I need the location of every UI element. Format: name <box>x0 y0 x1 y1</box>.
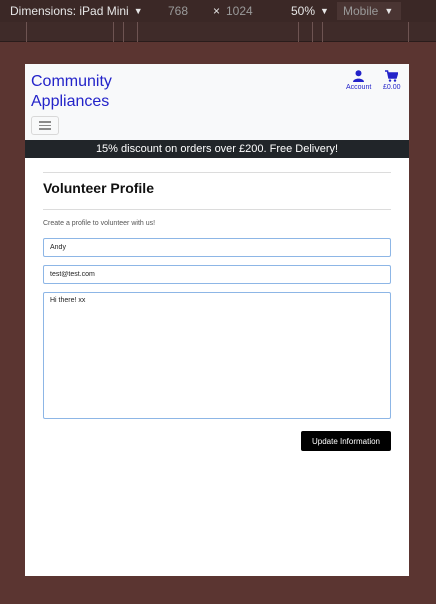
shopping-cart-icon <box>385 70 399 82</box>
chevron-down-icon: ▼ <box>133 6 143 16</box>
ruler-tick <box>312 22 313 42</box>
cart-link[interactable]: £0.00 <box>383 70 401 91</box>
times-symbol: × <box>213 4 221 18</box>
zoom-value: 50% <box>291 4 316 18</box>
hamburger-icon-bar <box>39 121 51 123</box>
cart-total: £0.00 <box>383 84 401 91</box>
device-mode-select[interactable]: Mobile ▼ <box>337 2 401 20</box>
chevron-down-icon: ▼ <box>320 6 329 16</box>
brand-line-1: Community <box>31 73 112 90</box>
hamburger-icon-bar <box>39 128 51 130</box>
message-textarea[interactable]: Hi there! xx <box>43 292 391 419</box>
device-mode-value: Mobile <box>343 4 379 18</box>
site-header: Community Appliances Account £0.00 <box>25 64 409 140</box>
brand-line-2: Appliances <box>31 93 110 110</box>
ruler-tick <box>322 22 323 42</box>
intro-text: Create a profile to volunteer with us! <box>43 220 156 227</box>
device-select[interactable]: Dimensions: iPad Mini ▼ <box>10 4 143 18</box>
ruler-tick <box>123 22 124 42</box>
height-input[interactable]: 1024 <box>226 4 253 18</box>
ruler-tick <box>298 22 299 42</box>
account-link[interactable]: Account <box>346 70 371 91</box>
ruler-tick <box>408 22 409 42</box>
divider <box>43 172 391 173</box>
media-query-ruler[interactable] <box>0 22 436 42</box>
ruler-tick <box>26 22 27 42</box>
name-input[interactable] <box>43 238 391 257</box>
dimension-separator: × <box>213 4 220 18</box>
email-input[interactable] <box>43 265 391 284</box>
ruler-tick <box>113 22 114 42</box>
width-value: 768 <box>168 4 189 18</box>
brand-logo-link[interactable]: Community Appliances <box>31 72 151 112</box>
ruler-tick <box>137 22 138 42</box>
zoom-select[interactable]: 50% ▼ <box>291 4 329 18</box>
page-title: Volunteer Profile <box>43 180 154 196</box>
device-viewport: Community Appliances Account £0.00 15% d… <box>25 64 409 576</box>
update-information-button[interactable]: Update Information <box>301 431 391 451</box>
navbar-toggle-button[interactable] <box>31 116 59 135</box>
chevron-down-icon: ▼ <box>384 6 394 16</box>
hamburger-icon-bar <box>39 124 51 127</box>
divider <box>43 209 391 210</box>
height-value: 1024 <box>226 4 253 18</box>
device-toolbar: Dimensions: iPad Mini ▼ 768 × 1024 50% ▼… <box>0 0 436 22</box>
banner-text: 15% discount on orders over £200. Free D… <box>95 143 339 155</box>
account-label: Account <box>346 84 372 91</box>
width-input[interactable]: 768 <box>168 4 188 18</box>
delivery-banner: 15% discount on orders over £200. Free D… <box>25 140 409 158</box>
user-icon <box>353 70 365 82</box>
device-select-label: Dimensions: iPad Mini <box>10 4 129 18</box>
